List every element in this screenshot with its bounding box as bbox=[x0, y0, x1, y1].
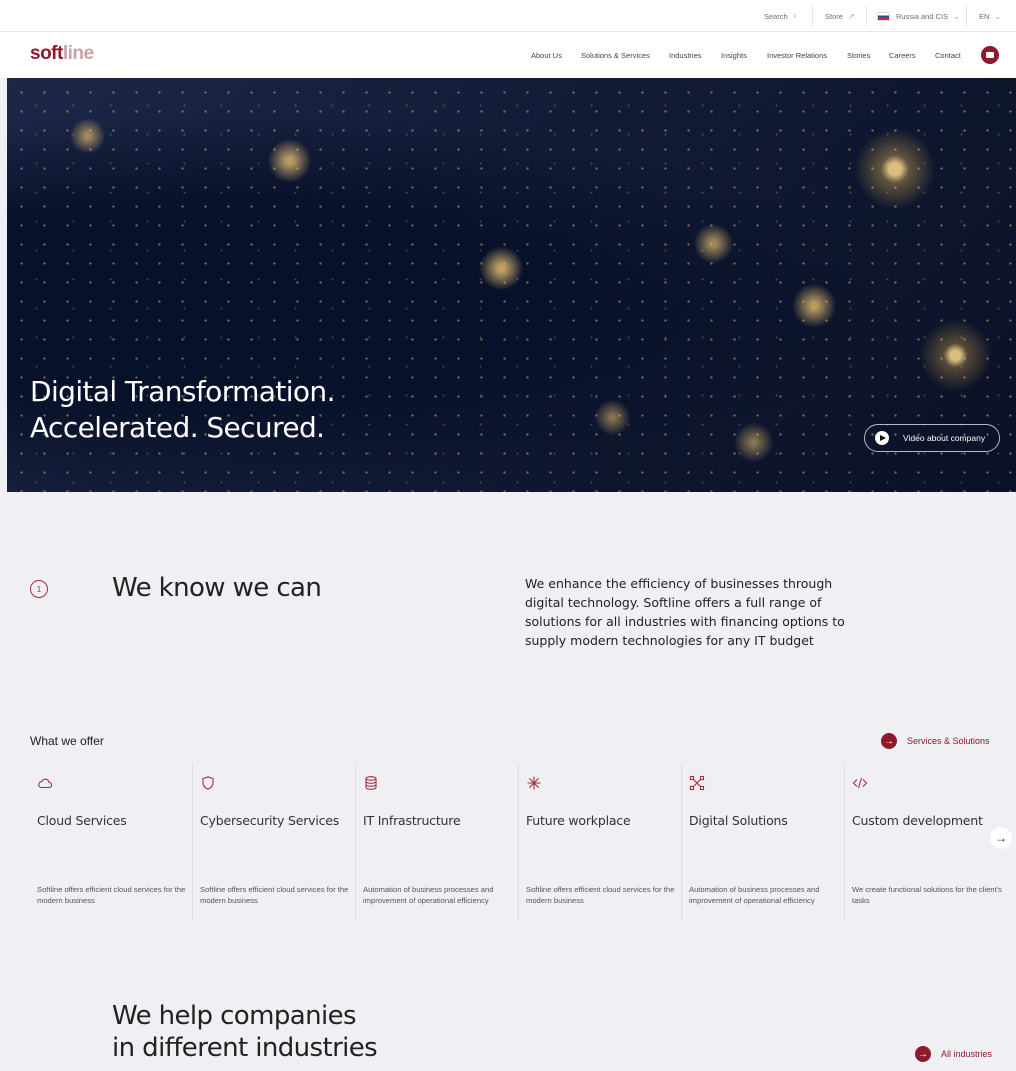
carousel-next-button[interactable]: → bbox=[990, 827, 1012, 849]
card-title: Cybersecurity Services bbox=[200, 813, 340, 828]
section-number-badge: 1 bbox=[30, 580, 48, 598]
services-solutions-link[interactable]: → Services & Solutions bbox=[881, 733, 990, 749]
card-title: Future workplace bbox=[526, 813, 631, 828]
offer-card-cybersecurity-services[interactable]: Cybersecurity Services Softline offers e… bbox=[193, 763, 356, 920]
video-about-company-button[interactable]: Video about company bbox=[864, 424, 1000, 452]
arrow-right-icon: → bbox=[881, 733, 897, 749]
nav-item-investor-relations[interactable]: Investor Relations bbox=[767, 32, 827, 78]
nav-item-contact[interactable]: Contact bbox=[935, 32, 961, 78]
hero-title: Digital Transformation. Accelerated. Sec… bbox=[30, 374, 335, 446]
industries-title-line: in different industries bbox=[112, 1033, 378, 1063]
chevron-down-icon: ⌄ bbox=[953, 11, 960, 21]
network-icon bbox=[689, 775, 705, 791]
cloud-icon bbox=[37, 775, 53, 791]
card-description: Softline offers efficient cloud services… bbox=[200, 885, 349, 905]
mail-button[interactable] bbox=[981, 46, 999, 64]
arrow-right-icon: → bbox=[915, 1046, 931, 1062]
nav-item-insights[interactable]: Insights bbox=[721, 32, 747, 78]
card-title: Custom development bbox=[852, 813, 983, 828]
industries-title: We help companies in different industrie… bbox=[112, 1000, 472, 1064]
divider bbox=[866, 6, 867, 26]
language-selector[interactable]: EN ⌄ bbox=[979, 0, 1001, 32]
search-label: Search bbox=[764, 11, 788, 21]
mail-icon bbox=[986, 52, 994, 58]
russia-flag-icon bbox=[877, 11, 890, 21]
hero-title-line: Accelerated. Secured. bbox=[30, 411, 325, 444]
card-title: IT Infrastructure bbox=[363, 813, 461, 828]
region-selector[interactable]: Russia and CIS ⌄ bbox=[877, 0, 960, 32]
search-link[interactable]: Search ⌕ bbox=[764, 0, 797, 32]
nav-item-industries[interactable]: Industries bbox=[669, 32, 702, 78]
intro-text: We enhance the efficiency of businesses … bbox=[525, 576, 845, 648]
nav-item-careers[interactable]: Careers bbox=[889, 32, 916, 78]
industries-title-line: We help companies bbox=[112, 1001, 357, 1031]
card-description: We create functional solutions for the c… bbox=[852, 885, 1002, 905]
nav-item-solutions-services[interactable]: Solutions & Services bbox=[581, 32, 650, 78]
card-description: Softline offers efficient cloud services… bbox=[526, 885, 675, 905]
divider bbox=[812, 6, 813, 26]
sparkle-icon bbox=[526, 775, 542, 791]
language-label: EN bbox=[979, 11, 990, 21]
offer-card-custom-development[interactable]: Custom development We create functional … bbox=[845, 763, 1008, 920]
card-description: Automation of business processes and imp… bbox=[363, 885, 494, 905]
offer-card-cloud-services[interactable]: Cloud Services Softline offers efficient… bbox=[30, 763, 193, 920]
top-utility-bar: Search ⌕ Store ↗ Russia and CIS ⌄ EN ⌄ bbox=[0, 0, 1016, 32]
external-link-icon: ↗ bbox=[847, 11, 855, 21]
chevron-down-icon: ⌄ bbox=[994, 11, 1002, 21]
card-description: Automation of business processes and imp… bbox=[689, 885, 820, 905]
nav-item-stories[interactable]: Stories bbox=[847, 32, 870, 78]
main-navbar: softline About Us Solutions & Services I… bbox=[0, 32, 1016, 78]
intro-title: We know we can bbox=[112, 573, 322, 603]
shield-icon bbox=[200, 775, 216, 791]
hero-title-line: Digital Transformation. bbox=[30, 375, 335, 408]
code-icon bbox=[852, 775, 868, 791]
offer-card-it-infrastructure[interactable]: IT Infrastructure Automation of business… bbox=[356, 763, 519, 920]
store-link[interactable]: Store ↗ bbox=[825, 0, 855, 32]
video-button-label: Video about company bbox=[903, 433, 986, 443]
card-title: Digital Solutions bbox=[689, 813, 788, 828]
arrow-right-icon: → bbox=[995, 831, 1007, 845]
nav-item-about-us[interactable]: About Us bbox=[531, 32, 562, 78]
search-icon: ⌕ bbox=[792, 11, 798, 20]
offer-section-title: What we offer bbox=[30, 734, 104, 748]
card-title: Cloud Services bbox=[37, 813, 127, 828]
offer-card-future-workplace[interactable]: Future workplace Softline offers efficie… bbox=[519, 763, 682, 920]
region-label: Russia and CIS bbox=[896, 11, 949, 21]
services-solutions-label: Services & Solutions bbox=[907, 736, 990, 746]
store-label: Store bbox=[825, 11, 843, 21]
all-industries-label: All industries bbox=[941, 1049, 993, 1059]
divider bbox=[966, 6, 967, 26]
all-industries-link[interactable]: → All industries bbox=[915, 1046, 992, 1062]
card-description: Softline offers efficient cloud services… bbox=[37, 885, 186, 905]
hero-banner: Digital Transformation. Accelerated. Sec… bbox=[7, 78, 1016, 492]
database-icon bbox=[363, 775, 379, 791]
offer-card-digital-solutions[interactable]: Digital Solutions Automation of business… bbox=[682, 763, 845, 920]
play-icon bbox=[875, 431, 889, 445]
softline-logo[interactable]: softline bbox=[30, 43, 94, 65]
